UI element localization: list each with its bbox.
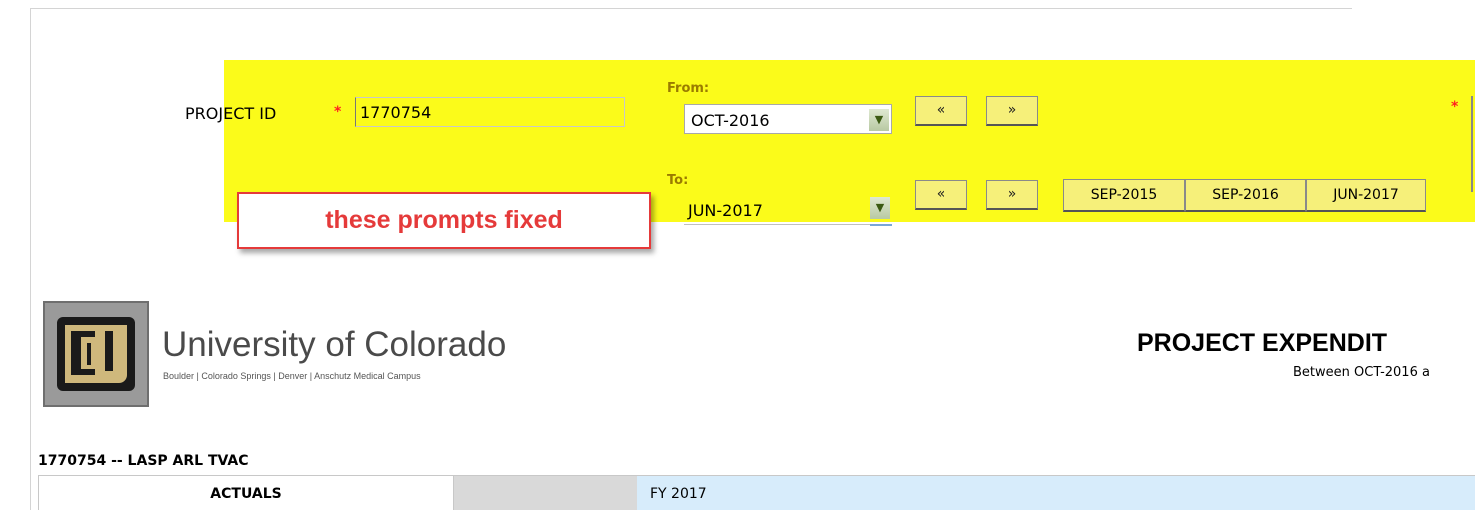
- project-id-label: PROJECT ID: [185, 104, 277, 123]
- page-frame-left: [30, 8, 31, 510]
- cu-logo-mark: [57, 317, 135, 391]
- report-title: PROJECT EXPENDIT: [1137, 329, 1388, 357]
- to-select-underline: [684, 224, 892, 225]
- project-heading: 1770754 -- LASP ARL TVAC: [38, 453, 249, 469]
- spacer-column-header: [454, 475, 637, 510]
- required-marker: *: [1451, 99, 1459, 115]
- prev-icon: «: [936, 186, 946, 202]
- from-next-button[interactable]: »: [986, 96, 1038, 126]
- campus-list: Boulder | Colorado Springs | Denver | An…: [163, 371, 421, 381]
- from-period-select[interactable]: OCT-2016 ▼: [684, 104, 892, 134]
- fy-column-header: FY 2017: [637, 475, 1475, 510]
- period-button[interactable]: SEP-2016: [1185, 179, 1306, 212]
- next-icon: »: [1007, 186, 1017, 202]
- cu-logo: [43, 301, 149, 407]
- project-id-input[interactable]: [355, 97, 625, 127]
- chevron-down-icon[interactable]: ▼: [869, 109, 889, 131]
- required-marker: *: [334, 104, 342, 120]
- from-label: From:: [667, 81, 710, 96]
- from-period-value: OCT-2016: [691, 111, 770, 130]
- report-subtitle: Between OCT-2016 a: [1293, 365, 1430, 380]
- to-prev-button[interactable]: «: [915, 180, 967, 210]
- actuals-column-header: ACTUALS: [38, 475, 454, 510]
- to-period-value: JUN-2017: [688, 201, 763, 220]
- annotation-callout: these prompts fixed: [237, 192, 651, 249]
- to-next-button[interactable]: »: [986, 180, 1038, 210]
- university-name: University of Colorado: [162, 325, 507, 364]
- prev-icon: «: [936, 102, 946, 118]
- clipped-field-edge: [1471, 96, 1473, 192]
- from-prev-button[interactable]: «: [915, 96, 967, 126]
- next-icon: »: [1007, 102, 1017, 118]
- to-period-select[interactable]: JUN-2017 ▼: [684, 193, 892, 223]
- to-select-focus-bar: [870, 224, 892, 226]
- cu-monogram-icon: [65, 325, 127, 383]
- period-button[interactable]: SEP-2015: [1063, 179, 1185, 212]
- chevron-down-icon[interactable]: ▼: [870, 197, 890, 219]
- period-button[interactable]: JUN-2017: [1306, 179, 1426, 212]
- page-frame-top: [30, 8, 1352, 9]
- to-label: To:: [667, 173, 689, 188]
